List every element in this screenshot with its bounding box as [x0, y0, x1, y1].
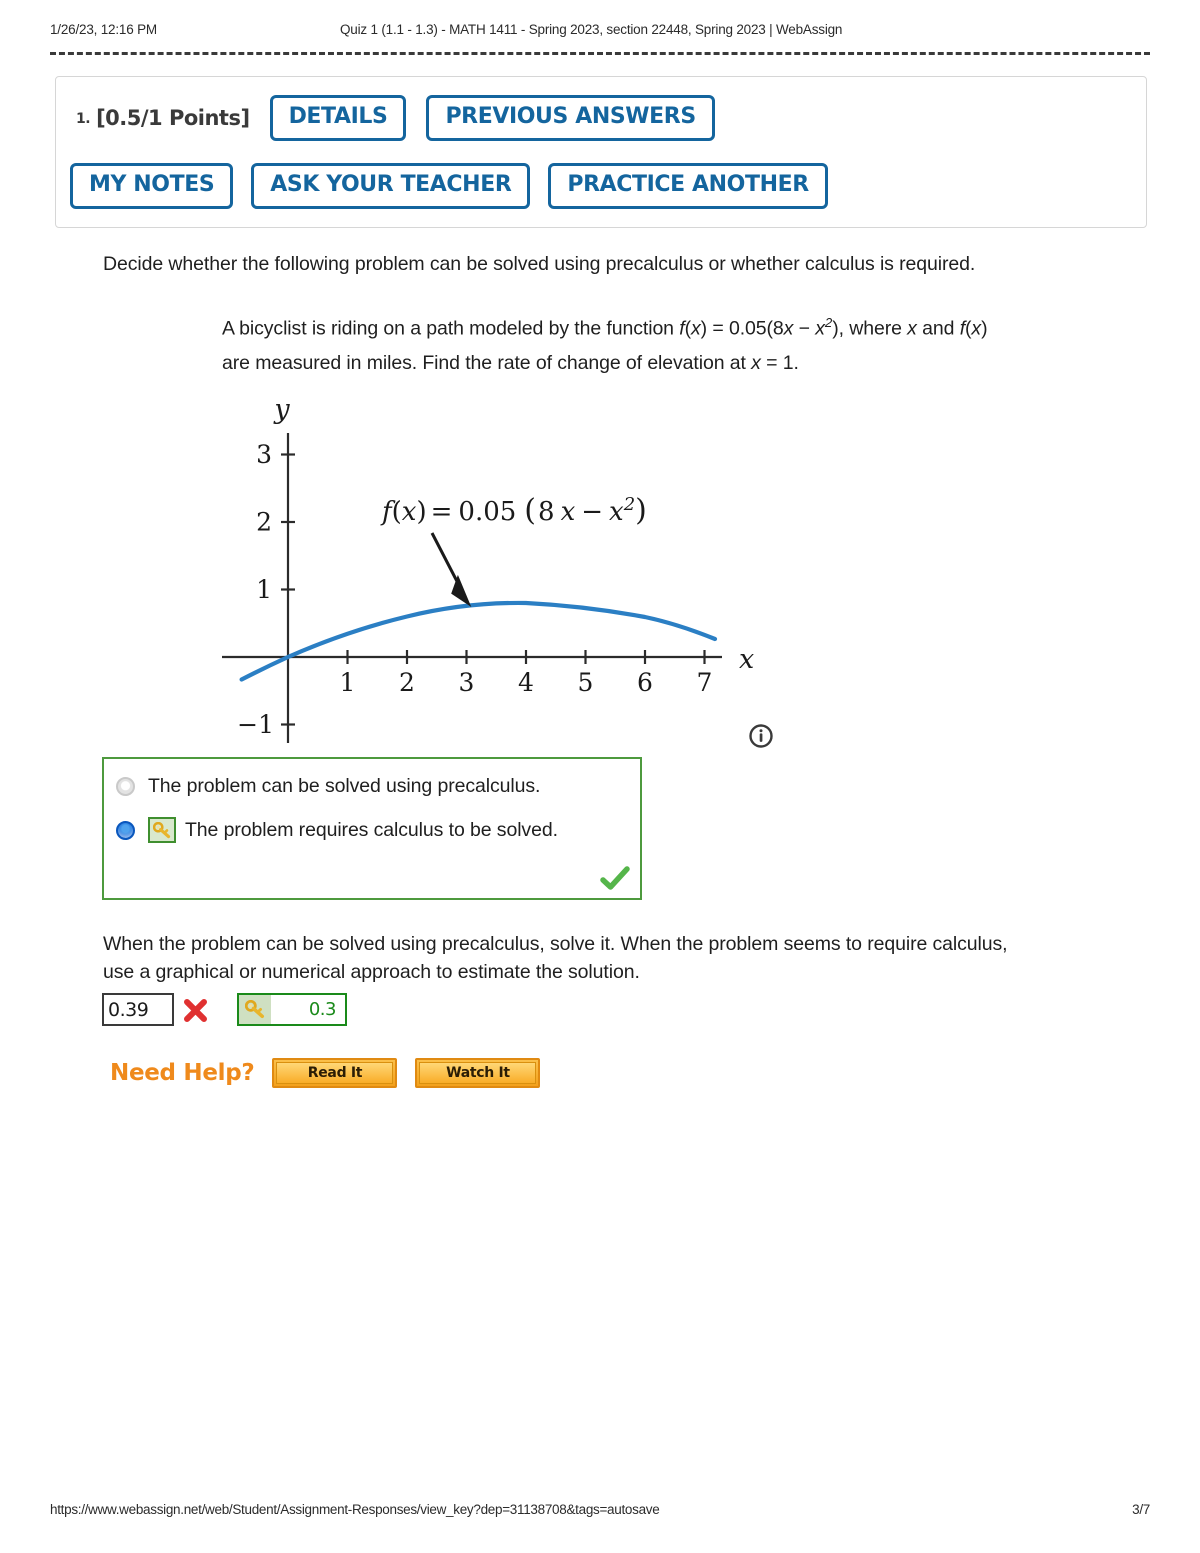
watch-it-button[interactable]: Watch It: [415, 1058, 541, 1088]
need-help-label: Need Help?: [110, 1060, 255, 1086]
answer-row: 0.3: [102, 993, 347, 1026]
subprompt-text-d: ), where: [832, 317, 908, 340]
svg-text:1: 1: [340, 668, 356, 697]
svg-text:2: 2: [256, 508, 272, 537]
question-number: 1.: [76, 111, 91, 127]
ask-your-teacher-button[interactable]: ASK YOUR TEACHER: [251, 163, 531, 209]
svg-text:2: 2: [399, 668, 415, 697]
svg-text:6: 6: [637, 668, 653, 697]
svg-text:3: 3: [256, 440, 272, 469]
need-help-section: Need Help? Read It Watch It: [110, 1058, 558, 1088]
svg-text:−1: −1: [237, 710, 274, 739]
footer-page-number: 3/7: [1132, 1502, 1150, 1517]
subprompt-text-e: and: [916, 317, 960, 340]
correct-answer-value: 0.3: [308, 999, 337, 1020]
choice-option-2[interactable]: The problem requires calculus to be solv…: [116, 817, 558, 843]
previous-answers-button[interactable]: PREVIOUS ANSWERS: [426, 95, 715, 141]
read-it-label: Read It: [276, 1062, 394, 1084]
green-check-icon: [600, 866, 630, 892]
key-icon: [148, 817, 176, 843]
correct-answer-box: 0.3: [237, 993, 347, 1026]
svg-text:y: y: [273, 394, 290, 425]
svg-text:5: 5: [578, 668, 594, 697]
watch-it-label: Watch It: [419, 1062, 537, 1084]
points-value: [0.5/1 Points]: [96, 106, 250, 130]
radio-selected-icon[interactable]: [116, 820, 135, 840]
choice-option-1[interactable]: The problem can be solved using precalcu…: [116, 775, 540, 798]
svg-text:f(x)=0.05(8x−x2): f(x) = 0.05 (8 x − x2): [380, 493, 647, 528]
function-graph: 1 2 3 4 5 6 7 1 2 3 −1 x y f(x) = 0.05 (8 x −…: [210, 385, 780, 755]
subprompt-text-a: A bicyclist is riding on a path modeled …: [222, 317, 680, 340]
key-icon-answer: [239, 995, 271, 1024]
subprompt-text-b: ) = 0.05(8: [700, 317, 784, 340]
incorrect-x-icon: [182, 995, 210, 1025]
details-button[interactable]: DETAILS: [269, 95, 407, 141]
svg-text:1: 1: [256, 575, 272, 604]
print-header: 1/26/23, 12:16 PM Quiz 1 (1.1 - 1.3) - M…: [50, 22, 1150, 42]
my-notes-button[interactable]: MY NOTES: [70, 163, 234, 209]
print-date: 1/26/23, 12:16 PM: [50, 22, 157, 37]
footer-url: https://www.webassign.net/web/Student/As…: [50, 1502, 660, 1517]
print-footer: https://www.webassign.net/web/Student/As…: [50, 1502, 1150, 1517]
practice-another-button[interactable]: PRACTICE ANOTHER: [548, 163, 828, 209]
radio-unselected-icon[interactable]: [116, 777, 135, 796]
svg-text:4: 4: [518, 668, 534, 697]
question-subprompt: A bicyclist is riding on a path modeled …: [222, 315, 988, 374]
print-title: Quiz 1 (1.1 - 1.3) - MATH 1411 - Spring …: [340, 22, 843, 37]
svg-text:7: 7: [697, 668, 713, 697]
answer-choices-group: The problem can be solved using precalcu…: [102, 757, 642, 900]
question-toolbar-row-2: MY NOTES ASK YOUR TEACHER PRACTICE ANOTH…: [70, 163, 828, 209]
points-label: 1. [0.5/1 Points]: [76, 106, 250, 130]
header-divider: [50, 52, 1150, 55]
second-part-line-1: When the problem can be solved using pre…: [103, 933, 1008, 955]
svg-text:3: 3: [459, 668, 475, 697]
info-icon[interactable]: [748, 723, 774, 749]
subprompt-line2: are measured in miles. Find the rate of …: [222, 351, 799, 374]
answer-input[interactable]: [102, 993, 174, 1026]
question-card: 1. [0.5/1 Points] DETAILS PREVIOUS ANSWER…: [55, 76, 1147, 228]
question-toolbar-row-1: 1. [0.5/1 Points] DETAILS PREVIOUS ANSWER…: [76, 95, 715, 141]
choice-option-2-label: The problem requires calculus to be solv…: [185, 818, 558, 841]
svg-text:x: x: [739, 644, 754, 675]
second-part-prompt: When the problem can be solved using pre…: [103, 930, 1133, 986]
choice-option-1-label: The problem can be solved using precalcu…: [148, 775, 541, 797]
second-part-line-2: use a graphical or numerical approach to…: [103, 961, 640, 983]
question-prompt: Decide whether the following problem can…: [103, 253, 976, 275]
subprompt-text-c: −: [793, 317, 816, 340]
read-it-button[interactable]: Read It: [272, 1058, 398, 1088]
